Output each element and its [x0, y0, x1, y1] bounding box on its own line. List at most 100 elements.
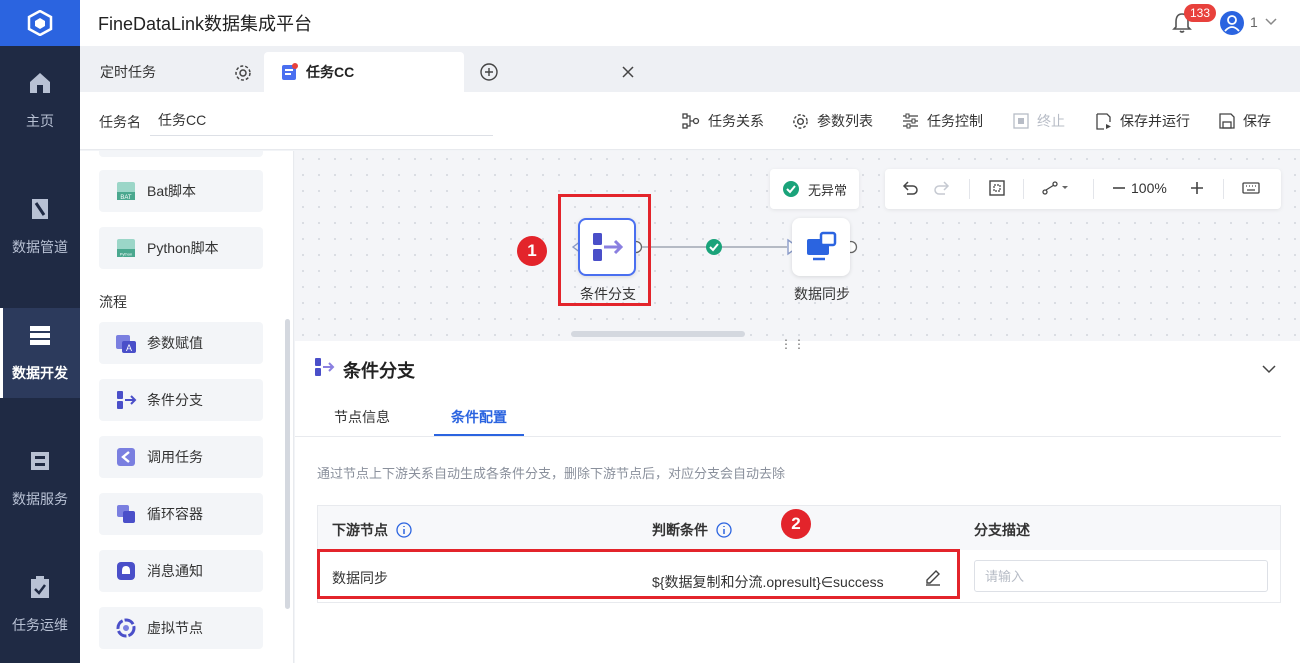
ops-icon	[31, 576, 49, 598]
task-control-button[interactable]: 任务控制	[902, 111, 983, 131]
component-message-label: 消息通知	[147, 563, 203, 579]
canvas-scrollbar[interactable]	[571, 331, 745, 337]
hint-text: 通过节点上下游关系自动生成各条件分支，删除下游节点后，对应分支会自动去除	[317, 466, 786, 481]
gear-icon[interactable]	[234, 64, 252, 82]
logo-icon	[27, 10, 53, 36]
svg-text:Python: Python	[120, 252, 132, 257]
gear-icon	[793, 113, 808, 129]
app-title: FineDataLink数据集成平台	[98, 14, 313, 34]
component-bat-label: Bat脚本	[147, 183, 197, 199]
annotation-badge-2: 2	[781, 509, 811, 539]
tab-task-cc-label: 任务CC	[306, 64, 355, 80]
component-param-assign-label: 参数赋值	[147, 335, 203, 351]
nav-service[interactable]: 数据服务	[0, 434, 80, 524]
bell-icon	[117, 562, 135, 580]
nav-home[interactable]: 主页	[0, 56, 80, 146]
col-downstream-node-label: 下游节点	[332, 522, 388, 538]
nav-dev[interactable]: 数据开发	[0, 308, 80, 398]
edge-success-icon	[706, 239, 722, 255]
svg-text:A: A	[126, 343, 132, 353]
notification-badge: 133	[1184, 4, 1217, 22]
component-call-task-label: 调用任务	[147, 449, 203, 465]
panel-title: 条件分支	[343, 361, 415, 381]
avatar[interactable]	[1220, 11, 1244, 35]
component-bat[interactable]: BAT Bat脚本	[99, 170, 263, 212]
save-label: 保存	[1243, 113, 1271, 129]
col-branch-desc: 分支描述	[974, 520, 1030, 540]
tab-scheduled-label: 定时任务	[100, 64, 156, 80]
component-condition-branch-label: 条件分支	[147, 392, 203, 408]
component-virtual-node[interactable]: 虚拟节点	[99, 607, 263, 649]
task-relations-label: 任务关系	[708, 113, 764, 129]
task-control-label: 任务控制	[927, 113, 983, 129]
node-data-sync-label: 数据同步	[794, 286, 850, 302]
component-scrollbar[interactable]	[285, 319, 290, 609]
component-panel: BAT Bat脚本 Python Python脚本 流程 A 参数赋值 条件分支…	[80, 151, 294, 663]
sliders-icon	[903, 113, 918, 129]
nav-service-label: 数据服务	[12, 491, 68, 507]
nav-ops[interactable]: 任务运维	[0, 560, 80, 650]
node-data-sync[interactable]	[792, 218, 850, 276]
save-run-button[interactable]: 保存并运行	[1095, 111, 1190, 131]
branch-icon	[117, 391, 137, 409]
component-call-task[interactable]: 调用任务	[99, 436, 263, 478]
tab-node-info[interactable]: 节点信息	[334, 407, 390, 427]
stop-button[interactable]: 终止	[1013, 111, 1065, 131]
task-doc-icon	[282, 63, 298, 80]
component-python-label: Python脚本	[147, 240, 219, 256]
col-condition: 判断条件	[652, 520, 732, 540]
save-run-icon	[1096, 112, 1111, 130]
tab-scheduled[interactable]: 定时任务	[84, 52, 260, 92]
task-relations-button[interactable]: 任务关系	[682, 111, 764, 131]
bat-file-icon: BAT	[117, 182, 135, 201]
svg-text:BAT: BAT	[120, 195, 132, 201]
nav-dev-label: 数据开发	[12, 365, 68, 381]
node-config-panel: ⋮⋮ 条件分支 节点信息 条件配置 通过节点上下游关系自动生成各条件分支，删除下…	[295, 337, 1300, 663]
info-icon[interactable]	[396, 522, 412, 538]
branch-desc-input[interactable]	[974, 560, 1268, 592]
app-logo[interactable]	[0, 0, 80, 46]
taskname-label: 任务名	[99, 114, 141, 130]
save-run-label: 保存并运行	[1120, 113, 1190, 129]
component-item-partial[interactable]	[99, 151, 263, 157]
flow-canvas[interactable]: 无异常 100% 条件分支 数据同步 1	[295, 151, 1300, 341]
user-name[interactable]: 1	[1250, 14, 1258, 30]
tab-task-cc[interactable]: 任务CC	[264, 52, 634, 92]
stop-icon	[1013, 113, 1029, 129]
close-icon[interactable]	[620, 64, 636, 80]
nav-ops-label: 任务运维	[12, 617, 68, 633]
chevron-down-icon[interactable]	[1261, 361, 1277, 377]
component-param-assign[interactable]: A 参数赋值	[99, 322, 263, 364]
chevron-down-icon[interactable]	[1264, 14, 1278, 28]
param-assign-icon: A	[116, 335, 136, 353]
col-downstream-node: 下游节点	[332, 520, 412, 540]
left-nav: 主页 数据管道 数据开发 数据服务 任务运维	[0, 0, 80, 663]
home-icon	[30, 73, 50, 93]
info-icon[interactable]	[716, 522, 732, 538]
pipeline-icon	[32, 199, 48, 219]
data-sync-icon	[807, 231, 837, 261]
loop-icon	[117, 505, 135, 523]
nav-pipeline[interactable]: 数据管道	[0, 182, 80, 272]
nav-pipeline-label: 数据管道	[12, 239, 68, 255]
relations-icon	[682, 113, 700, 129]
branch-icon	[315, 358, 335, 376]
resize-handle[interactable]: ⋮⋮	[780, 337, 806, 351]
task-toolbar: 任务名 任务关系 参数列表 任务控制 终止 保存并运行 保存	[80, 92, 1300, 150]
tab-condition-config[interactable]: 条件配置	[451, 407, 507, 427]
component-condition-branch[interactable]: 条件分支	[99, 379, 263, 421]
col-branch-desc-label: 分支描述	[974, 522, 1030, 538]
component-message[interactable]: 消息通知	[99, 550, 263, 592]
python-file-icon: Python	[117, 239, 135, 257]
add-tab-icon[interactable]	[480, 63, 498, 81]
taskname-input[interactable]	[150, 104, 493, 136]
stop-label: 终止	[1037, 113, 1065, 129]
user-icon	[1224, 15, 1240, 32]
call-task-icon	[117, 448, 135, 466]
component-loop-container[interactable]: 循环容器	[99, 493, 263, 535]
param-list-button[interactable]: 参数列表	[792, 111, 873, 131]
save-button[interactable]: 保存	[1219, 111, 1271, 131]
col-condition-label: 判断条件	[652, 522, 708, 538]
flow-section-label: 流程	[99, 294, 127, 310]
component-python[interactable]: Python Python脚本	[99, 227, 263, 269]
